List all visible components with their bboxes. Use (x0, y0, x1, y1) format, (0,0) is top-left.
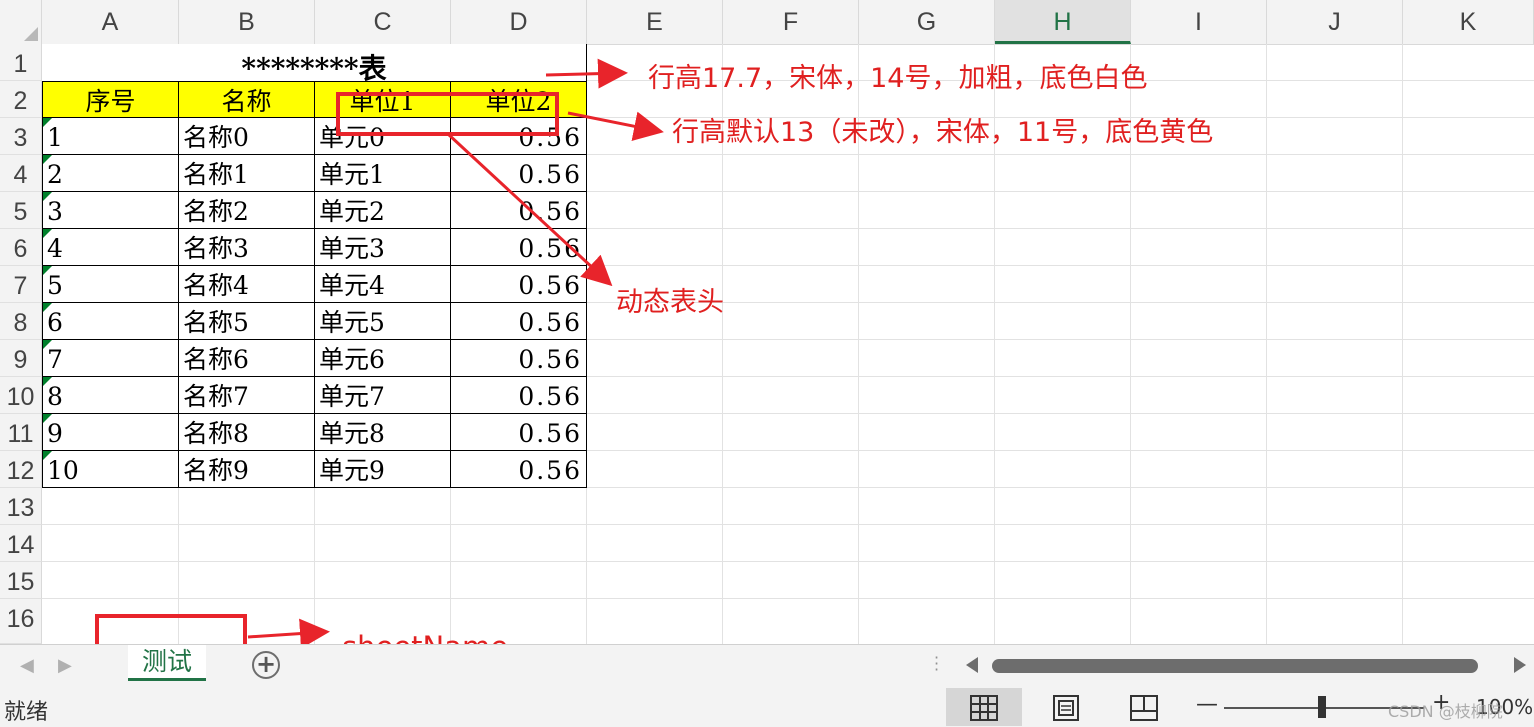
arrow-sheet-name (247, 618, 330, 649)
zoom-slider-thumb[interactable] (1318, 696, 1326, 718)
arrow-row2-note (567, 111, 664, 142)
arrow-dynamic-header (446, 132, 613, 287)
arrow-row1-note (545, 58, 628, 89)
status-ready-text: 就绪 (4, 700, 49, 725)
zoom-out-button[interactable]: — (1196, 692, 1218, 717)
page-layout-view-button[interactable] (1028, 688, 1104, 726)
status-bar: 就绪 — + 100% CSDN @枝柳院 (0, 686, 1534, 727)
scroll-left-icon[interactable] (966, 657, 978, 673)
annotation-dynamic-header: 动态表头 (616, 287, 724, 318)
sheet-tab-active[interactable]: 测试 (128, 645, 206, 681)
page-break-view-button[interactable] (1106, 688, 1182, 726)
watermark-text: CSDN @枝柳院 (1388, 702, 1503, 721)
annotation-row1-note: 行高17.7，宋体，14号，加粗，底色白色 (648, 63, 1148, 94)
scroll-tabs-right-icon[interactable]: ▶ (58, 655, 72, 676)
annotation-row2-note: 行高默认13（未改），宋体，11号，底色黄色 (672, 117, 1214, 148)
normal-view-button[interactable] (946, 688, 1022, 726)
horizontal-scrollbar-thumb[interactable] (992, 659, 1478, 673)
page-layout-icon (1053, 695, 1079, 721)
grid-view-icon (970, 695, 998, 721)
page-break-icon (1130, 695, 1158, 721)
scroll-tabs-left-icon[interactable]: ◀ (20, 655, 34, 676)
split-handle-icon[interactable]: · · · (934, 650, 939, 678)
plus-circle-icon[interactable]: + (252, 651, 280, 679)
sheet-tab-bar: ◀ ▶ 测试 + · · · (0, 644, 1534, 687)
scroll-right-icon[interactable] (1514, 657, 1526, 673)
